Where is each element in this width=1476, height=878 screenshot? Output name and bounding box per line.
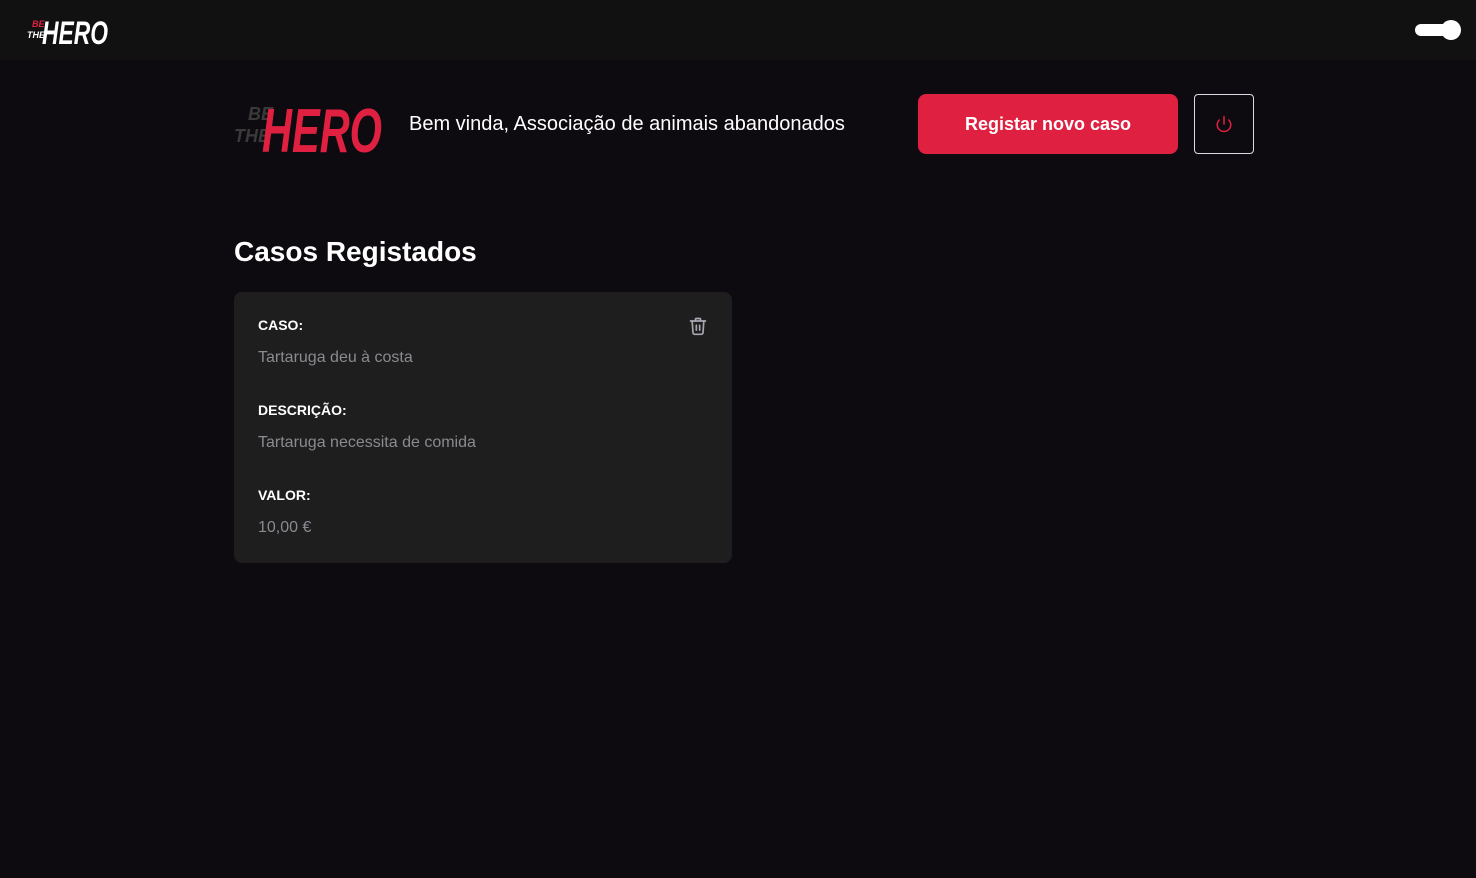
- be-the-hero-logo: BE THE HERO: [234, 97, 382, 156]
- be-the-hero-logo-small[interactable]: BE THE HERO: [26, 12, 110, 48]
- case-card: CASO: Tartaruga deu à costa DESCRIÇÃO: T…: [234, 292, 732, 563]
- delete-case-button[interactable]: [686, 314, 710, 338]
- value-label: VALOR:: [258, 487, 311, 503]
- power-icon: [1216, 115, 1232, 133]
- description-value: Tartaruga necessita de comida: [258, 434, 476, 451]
- page-header: BE THE HERO Bem vinda, Associação de ani…: [234, 92, 1254, 156]
- register-new-case-button[interactable]: Registar novo caso: [918, 94, 1178, 154]
- case-value: Tartaruga deu à costa: [258, 349, 413, 366]
- top-bar: BE THE HERO: [0, 0, 1476, 60]
- toggle-knob: [1441, 20, 1461, 40]
- description-label: DESCRIÇÃO:: [258, 402, 347, 418]
- value-amount: 10,00 €: [258, 519, 312, 536]
- page-title: Casos Registados: [234, 236, 477, 267]
- logout-button[interactable]: [1194, 94, 1254, 154]
- theme-toggle[interactable]: [1415, 20, 1461, 40]
- welcome-text: Bem vinda, Associação de animais abandon…: [409, 113, 845, 135]
- trash-icon: [689, 317, 707, 336]
- svg-text:HERO: HERO: [42, 15, 108, 48]
- svg-text:HERO: HERO: [262, 97, 382, 156]
- case-label: CASO:: [258, 317, 304, 333]
